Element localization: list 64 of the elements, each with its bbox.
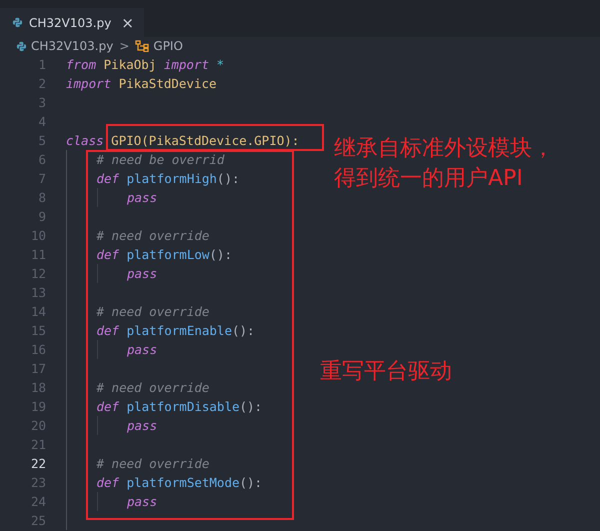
breadcrumb-item[interactable]: GPIO bbox=[153, 39, 183, 53]
file-tab[interactable]: CH32V103.py × bbox=[0, 8, 144, 37]
line-number: 19 bbox=[30, 398, 46, 416]
python-file-icon bbox=[12, 17, 23, 28]
line-number: 1 bbox=[37, 56, 46, 74]
close-icon[interactable]: × bbox=[121, 14, 134, 32]
line-number: 18 bbox=[30, 379, 46, 397]
line-number: 9 bbox=[37, 208, 46, 226]
code-keyword: def bbox=[96, 399, 120, 414]
line-number: 25 bbox=[30, 512, 46, 530]
code-comment: # need be overrid bbox=[96, 152, 224, 167]
line-number: 23 bbox=[30, 474, 46, 492]
code-identifier: PikaStdDevice bbox=[118, 76, 217, 91]
line-number: 5 bbox=[37, 132, 46, 150]
line-number: 14 bbox=[30, 303, 46, 321]
line-number: 7 bbox=[37, 170, 46, 188]
line-number: 2 bbox=[37, 75, 46, 93]
code-keyword: import bbox=[66, 76, 112, 91]
line-number: 21 bbox=[30, 436, 46, 454]
code-keyword: def bbox=[96, 323, 120, 338]
code-keyword: pass bbox=[127, 190, 158, 205]
code-keyword: def bbox=[96, 171, 120, 186]
line-number: 6 bbox=[37, 151, 46, 169]
code-keyword: pass bbox=[127, 418, 158, 433]
line-number: 10 bbox=[30, 227, 46, 245]
function-name: platformLow(): bbox=[126, 247, 232, 262]
line-number: 12 bbox=[30, 265, 46, 283]
code-operator: * bbox=[216, 57, 224, 72]
line-number: 11 bbox=[30, 246, 46, 264]
code-keyword: from bbox=[66, 57, 96, 72]
line-number: 20 bbox=[30, 417, 46, 435]
code-comment: # need override bbox=[96, 380, 210, 395]
code-comment: # need override bbox=[96, 228, 210, 243]
code-keyword: class bbox=[66, 133, 104, 148]
line-number: 3 bbox=[37, 94, 46, 112]
breadcrumb-separator: > bbox=[119, 39, 130, 53]
function-name: platformHigh(): bbox=[126, 171, 240, 186]
line-number: 17 bbox=[30, 360, 46, 378]
code-keyword: pass bbox=[127, 342, 158, 357]
code-identifier: GPIO(PikaStdDevice.GPIO): bbox=[111, 133, 300, 148]
code-comment: # need override bbox=[96, 456, 210, 471]
code-keyword: pass bbox=[127, 494, 158, 509]
function-name: platformEnable(): bbox=[126, 323, 255, 338]
class-icon bbox=[135, 40, 150, 52]
line-number: 4 bbox=[37, 113, 46, 131]
python-file-icon bbox=[16, 40, 27, 52]
code-keyword: pass bbox=[127, 266, 158, 281]
function-name: platformSetMode(): bbox=[126, 475, 262, 490]
line-number: 15 bbox=[30, 322, 46, 340]
code-comment: # need override bbox=[96, 304, 210, 319]
line-number: 16 bbox=[30, 341, 46, 359]
function-name: platformDisable(): bbox=[126, 399, 262, 414]
code-keyword: def bbox=[96, 247, 120, 262]
code-keyword: def bbox=[96, 475, 120, 490]
line-number: 8 bbox=[37, 189, 46, 207]
breadcrumb-item[interactable]: CH32V103.py bbox=[31, 39, 114, 53]
line-number: 24 bbox=[30, 493, 46, 511]
annotation-text: 重写平台驱动 bbox=[320, 358, 452, 386]
code-keyword: import bbox=[164, 57, 210, 72]
code-identifier: PikaObj bbox=[104, 57, 156, 72]
line-number: 13 bbox=[30, 284, 46, 302]
tab-label: CH32V103.py bbox=[29, 16, 112, 30]
annotation-text: 继承自标准外设模块， 得到统一的用户API bbox=[334, 135, 554, 193]
line-number: 22 bbox=[30, 455, 46, 473]
